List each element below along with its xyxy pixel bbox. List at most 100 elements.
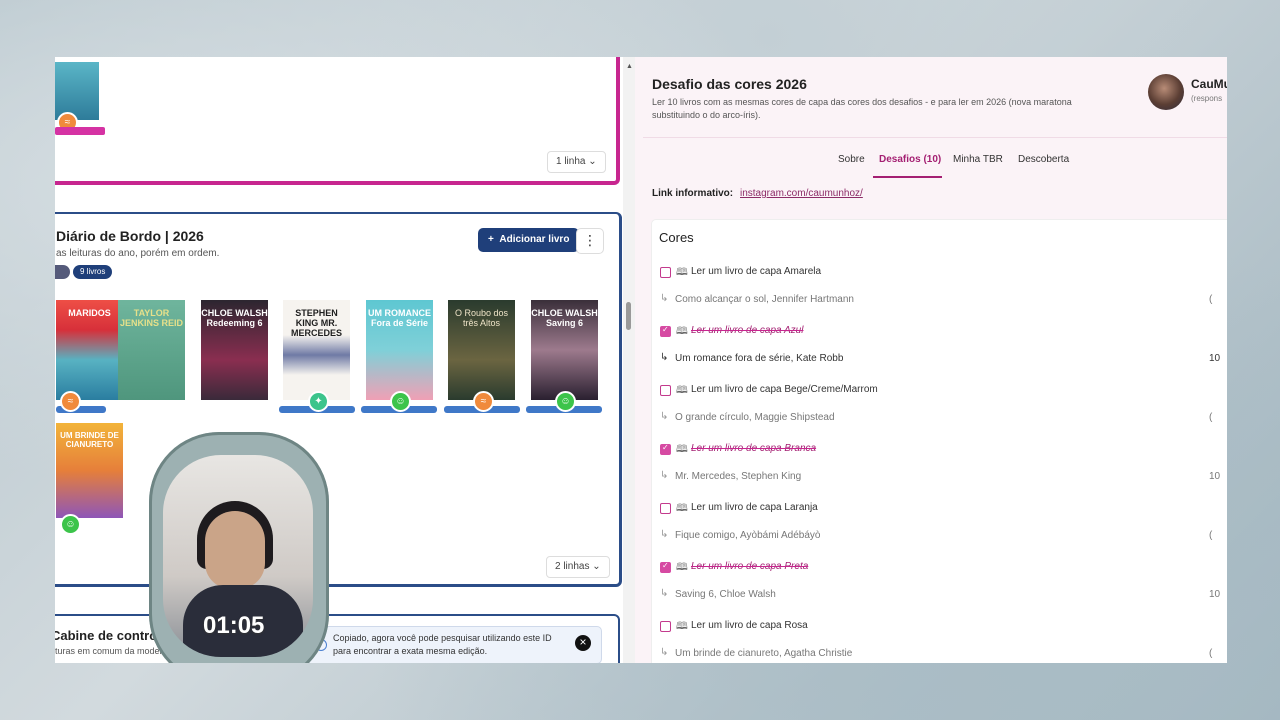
book-cover[interactable]: STEPHEN KING MR. MERCEDES [283,300,350,400]
copied-toast: i Copiado, agora você pode pesquisar uti… [304,626,602,663]
rating-icon: ☺ [60,514,81,535]
book-icon: 🕮 [676,326,688,337]
progress-percent: 10 [1209,471,1221,482]
book-icon: 🕮 [676,267,688,278]
list-title: Cores [659,230,694,245]
chevron-down-icon: ⌄ [592,561,601,572]
sub-arrow-icon: ↳ [660,411,669,422]
book-cover-small[interactable] [55,62,99,120]
challenge-panel: Desafio das cores 2026 Ler 10 livros com… [643,57,1227,663]
kebab-icon: ⋮ [583,232,597,248]
checkbox[interactable] [660,267,671,278]
challenge-label: Ler um livro de capa Bege/Creme/Marrom [691,384,878,395]
book-icon: 🕮 [676,503,688,514]
rating-icon: ✦ [308,391,329,412]
owner-role: (respons [1191,94,1223,103]
rows-dropdown-label: 1 linha [556,156,586,167]
more-options-button[interactable]: ⋮ [576,228,604,254]
chevron-down-icon: ⌄ [588,156,597,167]
checkbox-checked[interactable] [660,325,671,337]
book-cover[interactable]: TAYLOR JENKINS REID [118,300,185,400]
challenge-label: Ler um livro de capa Amarela [691,266,822,277]
person-face [205,511,265,589]
tab-desafios[interactable]: Desafios (10) [879,154,941,165]
rows-dropdown-label: 2 linhas [555,561,590,572]
book-icon: 🕮 [676,444,688,455]
book-cover[interactable]: O Roubo dos três Altos [448,300,515,400]
shelf-card-diario: Diário de Bordo | 2026 as leituras do an… [55,212,622,587]
rating-icon: ≈ [60,391,81,412]
checkbox[interactable] [660,621,671,632]
assigned-book-label: O grande círculo, Maggie Shipstead [675,412,835,423]
tab-descoberta[interactable]: Descoberta [1018,154,1069,165]
close-icon[interactable]: × [575,635,591,651]
shelf-card-top: ≈ 1 linha ⌄ [55,57,620,185]
add-book-button[interactable]: + Adicionar livro [478,228,580,252]
checkbox-checked[interactable] [660,443,671,455]
tab-bar: Sobre Desafios (10) Minha TBR Descoberta [643,137,1227,178]
rating-icon: ≈ [473,391,494,412]
challenge-label: Ler um livro de capa Branca [691,443,817,454]
book-icon: 🕮 [676,562,688,573]
checkbox[interactable] [660,503,671,514]
book-cover[interactable]: UM BRINDE DE CIANURETO [56,423,123,518]
scrollbar-thumb[interactable] [626,302,631,330]
rows-dropdown[interactable]: 2 linhas ⌄ [546,556,610,578]
assigned-book-label: Um romance fora de série, Kate Robb [675,353,844,364]
left-panel: ≈ 1 linha ⌄ Diário de Bordo | 2026 as le… [55,57,623,663]
progress-percent: ( [1209,648,1213,659]
toast-message: Copiado, agora você pode pesquisar utili… [333,633,552,656]
progress-percent: 10 [1209,589,1221,600]
assigned-book-label: Como alcançar o sol, Jennifer Hartmann [675,294,854,305]
challenge-title: Desafio das cores 2026 [652,76,807,92]
avatar[interactable] [1148,74,1184,110]
sub-arrow-icon: ↳ [660,588,669,599]
rating-icon: ☺ [555,391,576,412]
shelf-title: Diário de Bordo | 2026 [56,228,204,244]
assigned-book-label: Saving 6, Chloe Walsh [675,589,776,600]
progress-percent: ( [1209,412,1213,423]
sub-arrow-icon: ↳ [660,647,669,658]
plus-icon: + [488,234,494,245]
left-scrollbar[interactable]: ▲ [623,57,635,663]
filter-pill[interactable] [55,265,70,279]
checkbox[interactable] [660,385,671,396]
webcam-timer: 01:05 [203,612,265,639]
assigned-book-label: Fique comigo, Ayòbámi Adébáyò [675,530,821,541]
link-label: Link informativo: [652,188,734,199]
book-icon: 🕮 [676,385,688,396]
challenge-label: Ler um livro de capa Preta [691,561,809,572]
sub-arrow-icon: ↳ [660,470,669,481]
book-cover[interactable]: CHLOE WALSH Saving 6 [531,300,598,400]
assigned-book-label: Um brinde de cianureto, Agatha Christie [675,648,853,659]
tab-minha-tbr[interactable]: Minha TBR [953,154,1003,165]
assigned-book-label: Mr. Mercedes, Stephen King [675,471,802,482]
sub-arrow-icon: ↳ [660,293,669,304]
sub-arrow-icon: ↳ [660,529,669,540]
book-icon: 🕮 [676,621,688,632]
progress-percent: ( [1209,294,1213,305]
rows-dropdown[interactable]: 1 linha ⌄ [547,151,606,173]
book-cover[interactable]: UM ROMANCE Fora de Série [366,300,433,400]
progress-bar [55,127,105,135]
app-screen: ≈ 1 linha ⌄ Diário de Bordo | 2026 as le… [55,57,1227,663]
challenge-label: Ler um livro de capa Rosa [691,620,808,631]
shelf-subtitle: as leituras do ano, porém em ordem. [56,248,220,259]
book-cover[interactable]: MARIDOS [56,300,123,400]
add-book-label: Adicionar livro [499,234,570,245]
challenge-description: Ler 10 livros com as mesmas cores de cap… [652,97,1072,120]
tab-sobre[interactable]: Sobre [838,154,865,165]
instagram-link[interactable]: instagram.com/caumunhoz/ [740,188,863,199]
active-tab-indicator [873,176,942,178]
book-count-pill[interactable]: 9 livros [73,265,113,279]
challenge-label: Ler um livro de capa Azul [691,325,804,336]
sub-arrow-icon: ↳ [660,352,669,363]
progress-percent: 10 [1209,353,1221,364]
owner-name[interactable]: CauMu [1191,77,1227,91]
rating-icon: ☺ [390,391,411,412]
progress-percent: ( [1209,530,1213,541]
challenge-list-card: Cores 🕮 Ler um livro de capa Amarela ↳ C… [651,219,1227,663]
checkbox-checked[interactable] [660,561,671,573]
book-cover[interactable]: CHLOE WALSH Redeeming 6 [201,300,268,400]
scroll-up-icon[interactable]: ▲ [626,63,633,70]
